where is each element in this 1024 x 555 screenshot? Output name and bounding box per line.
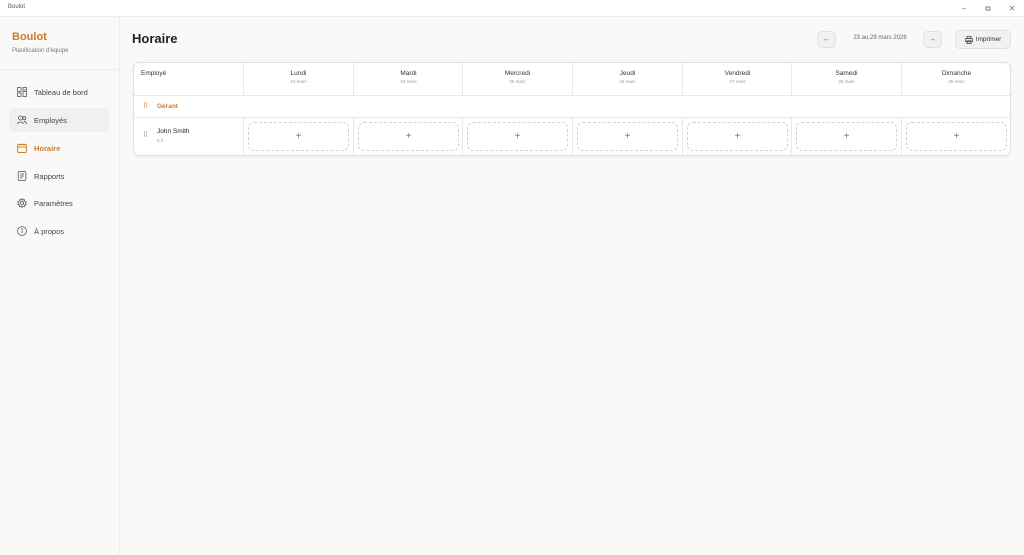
previous-week-button[interactable]: ←	[817, 31, 836, 48]
day-header-wednesday: Mercredi 25 mars	[462, 63, 572, 95]
schedule-table: Employé Lundi 23 mars Mardi 24 mars Merc…	[133, 62, 1011, 156]
day-header-tuesday: Mardi 24 mars	[353, 63, 463, 95]
gear-icon	[17, 198, 27, 208]
window-title: Boulot	[8, 4, 26, 10]
sidebar-item-label: Employés	[34, 115, 67, 125]
shift-cell-thursday: +	[572, 118, 682, 155]
add-shift-button[interactable]: +	[248, 122, 349, 151]
sidebar-item-label: À propos	[34, 226, 65, 236]
minimize-button[interactable]: –	[952, 0, 976, 17]
employee-cell: ⠿ John Smith 0 h	[134, 118, 243, 155]
sidebar-item-label: Horaire	[34, 143, 61, 153]
brand-title: Boulot	[12, 31, 47, 43]
add-shift-button[interactable]: +	[687, 122, 788, 151]
day-date: 29 mars	[948, 79, 965, 84]
day-header-saturday: Samedi 28 mars	[791, 63, 901, 95]
sidebar-divider	[0, 69, 119, 70]
group-label: Gérant	[157, 103, 178, 110]
day-header-thursday: Jeudi 26 mars	[572, 63, 682, 95]
employee-column-header: Employé	[141, 70, 167, 77]
day-header-sunday: Dimanche 29 mars	[901, 63, 1010, 95]
sidebar-item-employees[interactable]: Employés	[9, 108, 110, 132]
sidebar-item-reports[interactable]: Rapports	[9, 164, 110, 188]
close-button[interactable]: ✕	[1000, 0, 1024, 17]
sidebar-item-settings[interactable]: Paramètres	[9, 191, 110, 215]
day-name: Dimanche	[941, 70, 972, 77]
next-week-button[interactable]: →	[923, 31, 942, 48]
shift-cell-monday: +	[243, 118, 353, 155]
week-range-label: 23 au 29 mars 2026	[853, 35, 907, 41]
employee-name: John Smith	[157, 128, 190, 135]
sidebar-item-label: Rapports	[34, 171, 65, 181]
drag-handle-icon[interactable]: ⠿	[143, 102, 148, 110]
day-date: 27 mars	[729, 79, 746, 84]
report-icon	[17, 171, 27, 181]
dashboard-icon	[17, 87, 27, 97]
add-shift-button[interactable]: +	[577, 122, 678, 151]
day-name: Mardi	[400, 70, 417, 77]
day-date: 26 mars	[619, 79, 636, 84]
page-title: Horaire	[132, 31, 178, 46]
info-icon	[17, 226, 27, 236]
printer-icon	[964, 35, 973, 44]
sidebar: Boulot Planification d'équipe Tableau de…	[0, 17, 120, 555]
shift-cell-sunday: +	[901, 118, 1010, 155]
day-name: Vendredi	[724, 70, 751, 77]
maximize-button[interactable]: ⧉	[976, 0, 1000, 17]
day-date: 28 mars	[838, 79, 855, 84]
add-shift-button[interactable]: +	[467, 122, 568, 151]
sidebar-item-schedule[interactable]: Horaire	[9, 136, 110, 160]
sidebar-item-dashboard[interactable]: Tableau de bord	[9, 80, 110, 104]
add-shift-button[interactable]: +	[796, 122, 897, 151]
day-name: Jeudi	[619, 70, 636, 77]
shift-cell-wednesday: +	[462, 118, 572, 155]
day-header-friday: Vendredi 27 mars	[682, 63, 792, 95]
users-icon	[17, 115, 27, 125]
title-bar: Boulot – ⧉ ✕	[0, 0, 1024, 17]
employee-hours: 0 h	[157, 138, 164, 143]
day-name: Mercredi	[504, 70, 531, 77]
day-date: 24 mars	[400, 79, 417, 84]
group-row-manager: ⠿ Gérant	[134, 96, 1010, 117]
day-name: Samedi	[835, 70, 858, 77]
print-label: Imprimer	[975, 36, 1002, 43]
day-name: Lundi	[290, 70, 307, 77]
sidebar-item-label: Paramètres	[34, 198, 73, 208]
sidebar-item-label: Tableau de bord	[34, 87, 88, 97]
day-date: 23 mars	[290, 79, 307, 84]
print-button[interactable]: Imprimer	[955, 30, 1011, 49]
shift-cell-tuesday: +	[353, 118, 463, 155]
day-header-monday: Lundi 23 mars	[243, 63, 353, 95]
add-shift-button[interactable]: +	[358, 122, 459, 151]
brand-subtitle: Planification d'équipe	[12, 48, 69, 54]
shift-cell-saturday: +	[791, 118, 901, 155]
sidebar-item-about[interactable]: À propos	[9, 219, 110, 243]
add-shift-button[interactable]: +	[906, 122, 1007, 151]
shift-cell-friday: +	[682, 118, 792, 155]
drag-handle-icon[interactable]: ⠿	[143, 131, 148, 139]
day-date: 25 mars	[509, 79, 526, 84]
calendar-icon	[17, 143, 27, 153]
